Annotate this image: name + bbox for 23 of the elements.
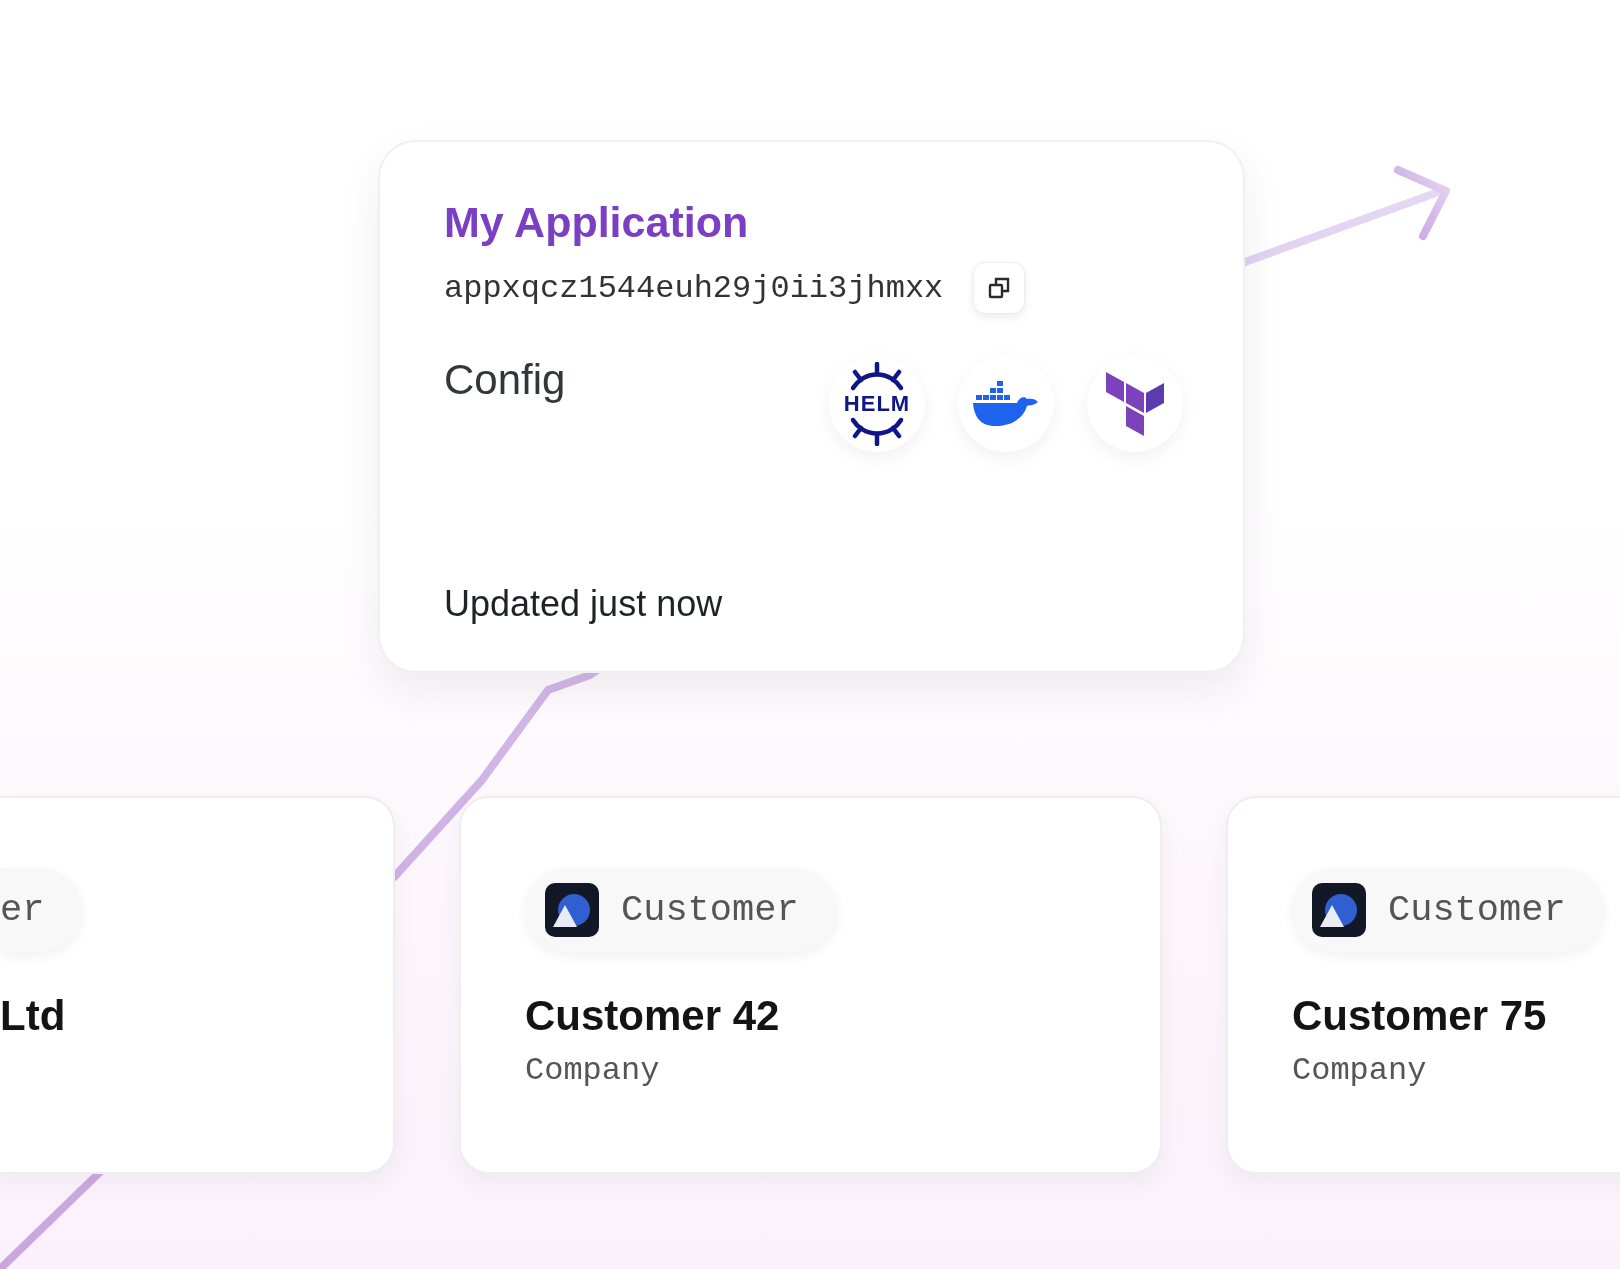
badge-text: Customer	[1388, 889, 1566, 931]
app-id: appxqcz1544euh29j0ii3jhmxx	[444, 269, 944, 307]
customer-card[interactable]: er Ltd	[0, 796, 395, 1174]
customer-type: Company	[525, 1052, 661, 1089]
customer-name: Customer 75	[1292, 992, 1548, 1040]
badge-text: er	[0, 889, 45, 931]
logo-icon	[1312, 883, 1366, 937]
customer-type: Company	[1292, 1052, 1428, 1089]
copy-icon	[988, 277, 1011, 299]
config-label: Config	[444, 355, 566, 405]
stacked-blocks-icon	[1106, 372, 1164, 436]
app-title: My Application	[444, 197, 750, 248]
logo-icon	[545, 883, 599, 937]
badge-text: Customer	[621, 889, 799, 931]
customer-name: Ltd	[0, 992, 67, 1040]
helm-logo-button[interactable]: HELM	[829, 356, 925, 452]
updated-text: Updated just now	[444, 583, 724, 625]
customer-name: Customer 42	[525, 992, 781, 1040]
helm-text: HELM	[843, 391, 911, 417]
copy-button[interactable]	[973, 262, 1026, 314]
customer-card[interactable]: Customer Customer 42 Company	[459, 796, 1162, 1174]
customer-card[interactable]: Customer Customer 75 Company	[1226, 796, 1620, 1174]
whale-icon	[973, 381, 1039, 427]
